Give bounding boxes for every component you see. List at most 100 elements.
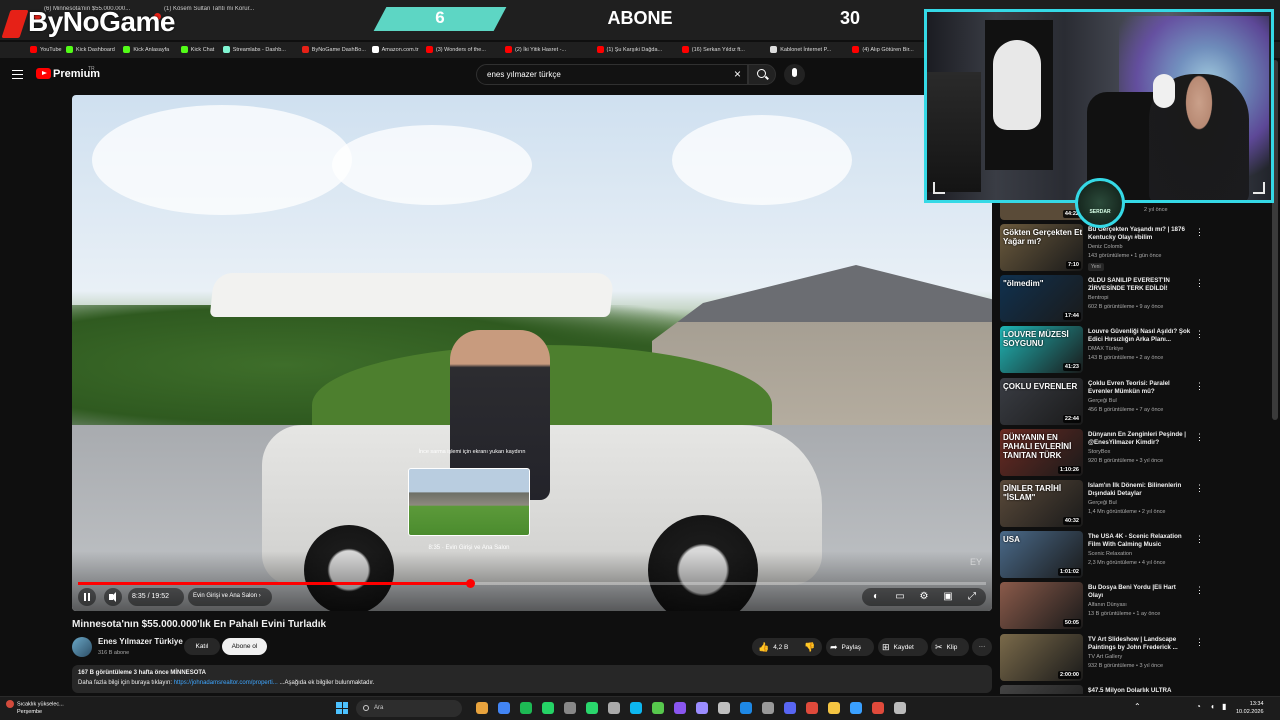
search-input[interactable]: enes yılmazer türkçe × bbox=[476, 64, 748, 85]
bookmark-item[interactable]: YouTube bbox=[30, 46, 62, 53]
folder-icon[interactable] bbox=[828, 702, 840, 714]
video-title-link[interactable]: Bu Gerçekten Yaşandı mı? | 1876 Kentucky… bbox=[1088, 226, 1192, 242]
video-thumbnail[interactable]: LOUVRE MÜZESİ SOYGUNU 41:23 bbox=[1000, 326, 1083, 374]
video-player[interactable]: İnce sarma işlemi için ekranı yukarı kay… bbox=[72, 95, 992, 611]
app-icon[interactable] bbox=[696, 702, 708, 714]
video-title-link[interactable]: Louvre Güvenliği Nasıl Aşıldı? Şok Edici… bbox=[1088, 328, 1192, 344]
channel-name[interactable]: Bentropi bbox=[1088, 295, 1109, 301]
video-title-link[interactable]: ÖLDÜ SANILIP EVEREST'İN ZİRVESİNDE TERK … bbox=[1088, 277, 1192, 293]
channel-name[interactable]: StoryBox bbox=[1088, 449, 1110, 455]
more-options-icon[interactable]: ⋮ bbox=[1195, 432, 1204, 442]
progress-scrubber[interactable] bbox=[465, 579, 475, 588]
video-title-link[interactable]: The USA 4K - Scenic Relaxation Film With… bbox=[1088, 533, 1192, 549]
channel-name[interactable]: TV Art Gallery bbox=[1088, 654, 1122, 660]
video-thumbnail[interactable]: 50:05 bbox=[1000, 582, 1083, 630]
video-thumbnail[interactable]: "ölmedim" 17:44 bbox=[1000, 275, 1083, 323]
like-icon[interactable]: 👍 bbox=[758, 642, 769, 652]
app-icon[interactable] bbox=[762, 702, 774, 714]
video-thumbnail[interactable] bbox=[1000, 684, 1083, 694]
bookmark-item[interactable]: Kick Anlasayfa bbox=[123, 46, 169, 53]
recommended-video[interactable]: "ölmedim" 17:44 ÖLDÜ SANILIP EVEREST'İN Zİ… bbox=[998, 275, 1268, 326]
fullscreen-icon[interactable]: ⤢ bbox=[966, 591, 978, 603]
more-options-icon[interactable]: ⋮ bbox=[1195, 535, 1204, 544]
save-button[interactable]: ⊞ Kaydet bbox=[878, 638, 928, 656]
more-options-icon[interactable]: ⋮ bbox=[1195, 279, 1204, 288]
weather-widget[interactable]: Sıcaklık yükselec... Perşembe bbox=[6, 700, 64, 716]
video-thumbnail[interactable]: USA 1:01:02 bbox=[1000, 531, 1083, 579]
video-thumbnail[interactable]: DÜNYANIN EN PAHALI EVLERİNİ TANITAN TÜRK… bbox=[1000, 428, 1083, 476]
channel-name[interactable]: Alfanın Dünyası bbox=[1088, 602, 1127, 608]
more-options-icon[interactable]: ⋮ bbox=[1195, 330, 1204, 339]
settings-gear-icon[interactable]: ⚙ bbox=[918, 591, 930, 603]
youtube-logo-icon[interactable] bbox=[36, 68, 51, 79]
video-title-link[interactable]: Bu Dosya Beni Yordu |Eli Hart Olayı bbox=[1088, 584, 1192, 600]
taskbar-search[interactable]: Ara bbox=[356, 700, 462, 717]
app-icon[interactable] bbox=[872, 702, 884, 714]
channel-name[interactable]: Deniz Colomb bbox=[1088, 244, 1123, 250]
more-options-icon[interactable]: ⋮ bbox=[1195, 484, 1204, 493]
bookmark-item[interactable]: (4) Alıp Götüren Bir... bbox=[852, 46, 914, 53]
video-thumbnail[interactable]: 2:00:00 bbox=[1000, 633, 1083, 681]
bookmark-item[interactable]: Streamlabs - Dashb... bbox=[222, 46, 286, 53]
channel-name[interactable]: DMAX Türkiye bbox=[1088, 346, 1123, 352]
more-options-icon[interactable]: ⋮ bbox=[1195, 381, 1204, 391]
bookmark-item[interactable]: Amazon.com.tr bbox=[371, 46, 419, 53]
app-icon[interactable] bbox=[850, 702, 862, 714]
tray-chevron-icon[interactable]: ⌃ bbox=[1134, 702, 1141, 711]
bookmark-item[interactable]: Kick Chat bbox=[180, 46, 214, 53]
app-icon[interactable] bbox=[806, 702, 818, 714]
app-icon[interactable] bbox=[630, 702, 642, 714]
autoplay-toggle-icon[interactable]: ◐ bbox=[870, 591, 882, 603]
app-icon[interactable] bbox=[652, 702, 664, 714]
recommended-video[interactable]: DÜNYANIN EN PAHALI EVLERİNİ TANITAN TÜRK… bbox=[998, 428, 1268, 480]
more-options-icon[interactable]: ⋮ bbox=[1195, 228, 1204, 237]
more-options-icon[interactable]: ⋮ bbox=[1195, 637, 1204, 647]
app-icon[interactable] bbox=[894, 702, 906, 714]
video-thumbnail[interactable]: Gökten Gerçekten Et Yağar mı? 7:10 bbox=[1000, 224, 1083, 271]
video-title-link[interactable]: Dünyanın En Zenginleri Peşinde | @EnesYi… bbox=[1088, 431, 1192, 447]
pause-button[interactable] bbox=[78, 588, 96, 606]
app-icon[interactable] bbox=[718, 702, 730, 714]
dislike-icon[interactable]: 👎 bbox=[804, 642, 815, 652]
search-button[interactable] bbox=[748, 64, 776, 85]
spotify-icon[interactable] bbox=[520, 702, 532, 714]
subtitles-icon[interactable]: ▭ bbox=[894, 591, 906, 603]
volume-icon[interactable]: ◖ bbox=[1210, 702, 1215, 711]
battery-icon[interactable]: ▮ bbox=[1222, 702, 1226, 711]
voice-search-button[interactable] bbox=[784, 64, 805, 85]
like-count[interactable]: 4,2 B bbox=[773, 644, 788, 651]
wifi-icon[interactable]: ◔ bbox=[1196, 702, 1201, 711]
chrome-icon[interactable] bbox=[498, 702, 510, 714]
description-box[interactable]: 167 B görüntüleme 3 hafta önce MİNNESOTA… bbox=[72, 665, 992, 693]
subscribe-button[interactable]: Abone ol bbox=[222, 638, 267, 655]
channel-avatar[interactable] bbox=[72, 637, 92, 657]
menu-icon[interactable] bbox=[12, 70, 23, 79]
bookmark-item[interactable]: (1) Şu Karşıki Dağda... bbox=[596, 46, 662, 53]
chapter-title[interactable]: Evin Girişi ve Ana Salon › bbox=[193, 593, 261, 599]
app-icon[interactable] bbox=[564, 702, 576, 714]
video-title-link[interactable]: $47.5 Milyon Dolarlık ULTRA bbox=[1088, 687, 1192, 694]
channel-name[interactable]: Scenic Relaxation bbox=[1088, 551, 1132, 557]
more-actions-button[interactable]: ··· bbox=[972, 638, 992, 656]
channel-name[interactable]: Enes Yılmazer Türkiye bbox=[98, 637, 183, 646]
bookmark-item[interactable]: ByNoGame DashBo... bbox=[301, 46, 366, 53]
bookmark-item[interactable]: (2) İki Yitik Hasret -... bbox=[505, 46, 566, 53]
video-thumbnail[interactable]: DİNLER TARİHİ "İSLAM" 40:32 bbox=[1000, 480, 1083, 527]
system-clock[interactable]: 13:34 10.02.2026 bbox=[1236, 700, 1264, 716]
recommended-video[interactable]: 2:00:00 TV Art Slideshow | Landscape Pain… bbox=[998, 633, 1268, 685]
channel-name[interactable]: Gerçeği Bul bbox=[1088, 398, 1117, 404]
recommended-video[interactable]: LOUVRE MÜZESİ SOYGUNU 41:23 Louvre Güvenli… bbox=[998, 326, 1268, 377]
bookmark-item[interactable]: (3) Wonders of the... bbox=[425, 46, 486, 53]
app-icon[interactable] bbox=[608, 702, 620, 714]
windows-start-icon[interactable] bbox=[336, 702, 348, 714]
bookmark-item[interactable]: Kick Dashboard bbox=[66, 46, 115, 53]
file-explorer-icon[interactable] bbox=[476, 702, 488, 714]
recommended-video[interactable]: Gökten Gerçekten Et Yağar mı? 7:10 Bu Gerç… bbox=[998, 224, 1268, 275]
more-options-icon[interactable]: ⋮ bbox=[1195, 586, 1204, 595]
video-title-link[interactable]: TV Art Slideshow | Landscape Paintings b… bbox=[1088, 636, 1192, 652]
video-title-link[interactable]: Çoklu Evren Teorisi: Paralel Evrenler Mü… bbox=[1088, 380, 1192, 396]
progress-bar[interactable] bbox=[78, 579, 986, 588]
channel-name[interactable]: Gerçeği Bul bbox=[1088, 500, 1117, 506]
clear-search-icon[interactable]: × bbox=[734, 67, 741, 81]
recommended-video[interactable]: 50:05 Bu Dosya Beni Yordu |Eli Hart Olayı… bbox=[998, 582, 1268, 633]
